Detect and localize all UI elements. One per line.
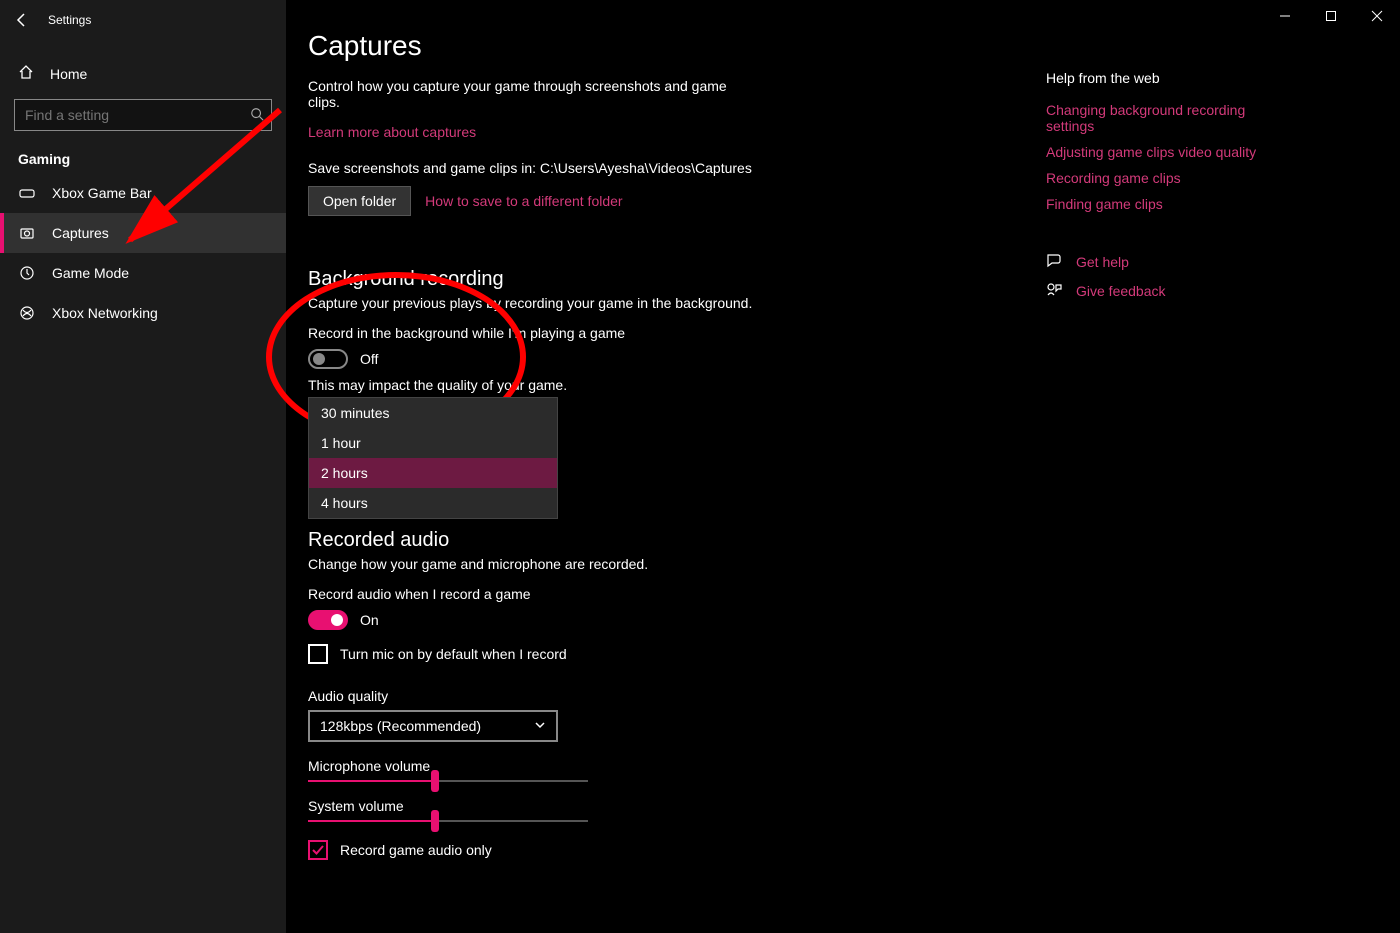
audio-quality-select[interactable]: 128kbps (Recommended) — [308, 710, 558, 742]
background-recording-desc: Capture your previous plays by recording… — [308, 295, 1046, 311]
minimize-button[interactable] — [1262, 0, 1308, 32]
chevron-down-icon — [534, 718, 546, 734]
dropdown-option[interactable]: 4 hours — [309, 488, 557, 518]
audio-toggle-label: Record audio when I record a game — [308, 586, 1046, 602]
bg-impact-note: This may impact the quality of your game… — [308, 377, 1046, 393]
maximize-button[interactable] — [1308, 0, 1354, 32]
mic-volume-slider[interactable] — [308, 780, 588, 782]
content-area: Captures Control how you capture your ga… — [286, 0, 1400, 933]
home-icon — [18, 64, 34, 83]
settings-sidebar: Settings Home Gaming Xbox Game Bar — [0, 0, 286, 933]
sidebar-item-label: Xbox Game Bar — [52, 185, 152, 201]
audio-quality-value: 128kbps (Recommended) — [320, 718, 481, 734]
bg-record-toggle[interactable] — [308, 349, 348, 369]
recorded-audio-desc: Change how your game and microphone are … — [308, 556, 1046, 572]
learn-more-link[interactable]: Learn more about captures — [308, 124, 476, 140]
feedback-icon — [1046, 281, 1062, 300]
game-bar-icon — [18, 185, 36, 201]
different-folder-link[interactable]: How to save to a different folder — [425, 193, 622, 209]
page-title: Captures — [308, 30, 1046, 62]
give-feedback-link[interactable]: Give feedback — [1076, 283, 1166, 299]
help-link[interactable]: Adjusting game clips video quality — [1046, 144, 1266, 160]
mic-default-checkbox[interactable] — [308, 644, 328, 664]
audio-toggle-state: On — [360, 612, 379, 628]
dropdown-option[interactable]: 1 hour — [309, 428, 557, 458]
sidebar-item-game-mode[interactable]: Game Mode — [0, 253, 286, 293]
dropdown-option-selected[interactable]: 2 hours — [309, 458, 557, 488]
system-volume-label: System volume — [308, 798, 1046, 814]
save-path-label: Save screenshots and game clips in: C:\U… — [308, 160, 1046, 176]
captures-icon — [18, 225, 36, 241]
game-audio-only-checkbox[interactable] — [308, 840, 328, 860]
sidebar-home-label: Home — [50, 66, 87, 82]
help-link[interactable]: Finding game clips — [1046, 196, 1266, 212]
sidebar-item-label: Xbox Networking — [52, 305, 158, 321]
sidebar-item-xbox-networking[interactable]: Xbox Networking — [0, 293, 286, 333]
mic-volume-label: Microphone volume — [308, 758, 1046, 774]
sidebar-item-xbox-game-bar[interactable]: Xbox Game Bar — [0, 173, 286, 213]
sidebar-item-label: Game Mode — [52, 265, 129, 281]
system-volume-slider[interactable] — [308, 820, 588, 822]
record-length-dropdown[interactable]: 30 minutes 1 hour 2 hours 4 hours — [308, 397, 558, 519]
mic-default-label: Turn mic on by default when I record — [340, 646, 567, 662]
get-help-link[interactable]: Get help — [1076, 254, 1129, 270]
bg-toggle-state: Off — [360, 351, 378, 367]
search-icon — [250, 107, 264, 124]
record-audio-toggle[interactable] — [308, 610, 348, 630]
help-link[interactable]: Recording game clips — [1046, 170, 1266, 186]
search-input[interactable] — [14, 99, 272, 131]
page-intro: Control how you capture your game throug… — [308, 78, 728, 110]
close-button[interactable] — [1354, 0, 1400, 32]
back-arrow-icon[interactable] — [14, 12, 30, 28]
xbox-icon — [18, 305, 36, 321]
game-mode-icon — [18, 265, 36, 281]
window-title: Settings — [48, 13, 91, 27]
sidebar-item-label: Captures — [52, 225, 109, 241]
recorded-audio-heading: Recorded audio — [308, 529, 1046, 552]
sidebar-item-captures[interactable]: Captures — [0, 213, 286, 253]
help-link[interactable]: Changing background recording settings — [1046, 102, 1266, 134]
background-recording-heading: Background recording — [308, 268, 1046, 291]
sidebar-home[interactable]: Home — [0, 54, 286, 93]
help-heading: Help from the web — [1046, 70, 1322, 86]
open-folder-button[interactable]: Open folder — [308, 186, 411, 216]
main-panel: Captures Control how you capture your ga… — [286, 0, 1046, 933]
game-audio-only-label: Record game audio only — [340, 842, 492, 858]
audio-quality-label: Audio quality — [308, 688, 1046, 704]
sidebar-section-label: Gaming — [0, 131, 286, 173]
help-icon — [1046, 252, 1062, 271]
dropdown-option[interactable]: 30 minutes — [309, 398, 557, 428]
titlebar-left: Settings — [0, 4, 286, 36]
help-pane: Help from the web Changing background re… — [1046, 0, 1346, 933]
bg-toggle-label: Record in the background while I'm playi… — [308, 325, 1046, 341]
window-controls — [1262, 0, 1400, 32]
